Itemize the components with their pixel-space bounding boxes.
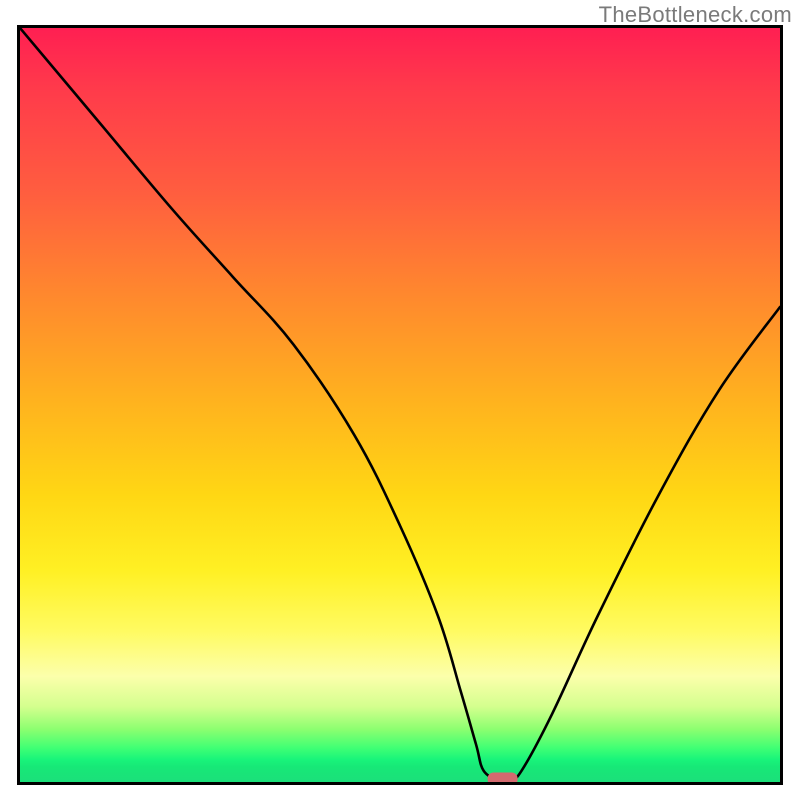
- chart-svg: [20, 28, 780, 782]
- plot-area: [17, 25, 783, 785]
- watermark-text: TheBottleneck.com: [599, 2, 792, 28]
- optimum-marker: [488, 772, 518, 782]
- chart-frame: TheBottleneck.com: [0, 0, 800, 800]
- bottleneck-curve: [20, 28, 780, 781]
